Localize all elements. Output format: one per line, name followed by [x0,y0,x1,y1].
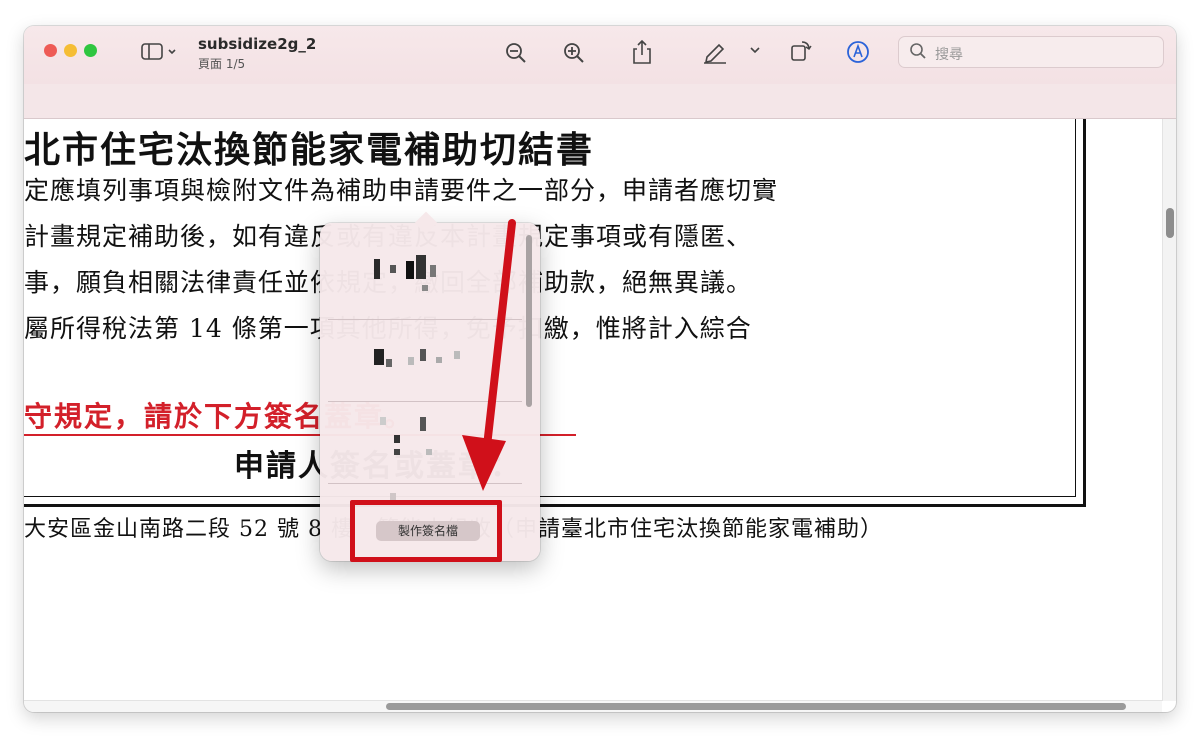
markup-menu-chevron[interactable] [748,42,762,58]
popover-scrollbar[interactable] [526,235,532,407]
minimize-window-button[interactable] [64,44,77,57]
arrow-annotation [462,219,516,491]
share-icon [633,39,651,64]
markup-pen-icon [704,43,726,64]
document-title: subsidize2g_2 [198,35,317,53]
vertical-scrollbar[interactable] [1162,119,1176,701]
highlight-box [350,500,502,562]
search-icon [909,42,927,60]
zoom-out-button[interactable] [504,41,528,63]
rotate-button[interactable] [788,39,814,63]
search-placeholder: 搜尋 [935,47,963,63]
sidebar-icon [141,43,176,60]
title-bar: subsidize2g_2 頁面 1/5 搜尋 [24,26,1176,84]
rotate-icon [791,41,812,61]
vertical-scroll-thumb[interactable] [1166,208,1174,238]
close-window-button[interactable] [44,44,57,57]
sidebar-toggle-button[interactable] [140,42,180,62]
zoom-out-icon [506,43,526,63]
search-field[interactable]: 搜尋 [898,36,1164,68]
markup-button[interactable] [702,40,728,64]
page-indicator: 頁面 1/5 [198,57,246,71]
fullscreen-window-button[interactable] [84,44,97,57]
markup-toolbar: 字| [24,84,1176,172]
annotate-icon [847,41,869,63]
body-line-1: 定應填列事項與檢附文件為補助申請要件之一部分，申請者應切實 [24,176,779,205]
document-page: 北市住宅汰換節能家電補助切結書 定應填列事項與檢附文件為補助申請要件之一部分，申… [24,119,1160,701]
document-heading: 北市住宅汰換節能家電補助切結書 [24,129,595,171]
zoom-in-icon [564,43,584,63]
zoom-in-button[interactable] [562,41,586,63]
annotate-button[interactable] [846,40,870,64]
horizontal-scroll-thumb[interactable] [386,703,1126,710]
share-button[interactable] [630,39,654,65]
preview-window: subsidize2g_2 頁面 1/5 搜尋 北市住宅汰換節能家電補助切結書 … [24,26,1176,712]
chevron-down-icon [750,47,760,54]
